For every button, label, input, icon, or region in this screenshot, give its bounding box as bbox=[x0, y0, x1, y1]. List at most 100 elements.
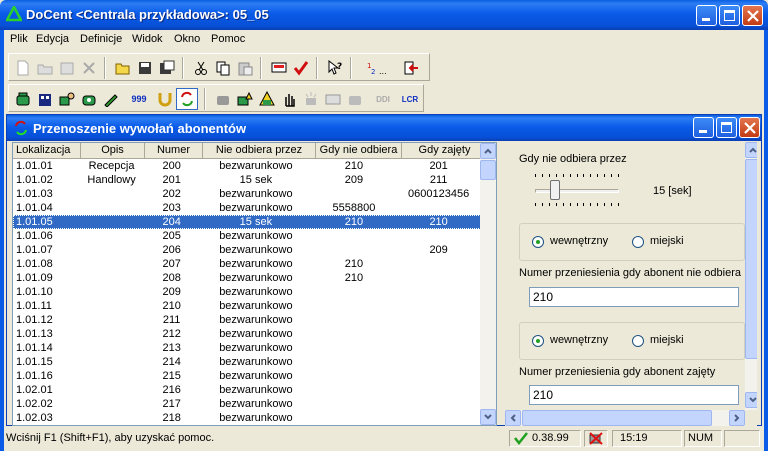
cell-numer: 217 bbox=[162, 398, 181, 410]
radio-external-2[interactable] bbox=[632, 335, 644, 347]
panel-scroll-down-button[interactable] bbox=[745, 392, 757, 408]
panel-horizontal-scrollbar[interactable] bbox=[505, 410, 745, 426]
ddi-button[interactable]: DDI bbox=[370, 88, 396, 110]
cell-gdy-zajety bbox=[396, 355, 481, 369]
table-row[interactable]: 1.01.05 204 15 sek 210 210 bbox=[13, 215, 481, 229]
table-row[interactable]: 1.01.12 211 bezwarunkowo bbox=[13, 313, 481, 327]
check-button[interactable] bbox=[290, 57, 312, 79]
pen-button[interactable] bbox=[100, 88, 122, 110]
table-row[interactable]: 1.02.03 218 bezwarunkowo bbox=[13, 411, 481, 425]
subscriber-list[interactable]: Lokalizacja Opis Numer Nie odbiera przez… bbox=[12, 142, 497, 426]
phone-alert-button[interactable] bbox=[234, 88, 256, 110]
magnet-button[interactable] bbox=[154, 88, 176, 110]
table-row[interactable]: 1.01.15 214 bezwarunkowo bbox=[13, 355, 481, 369]
radio-internal[interactable] bbox=[532, 236, 544, 248]
card-button[interactable] bbox=[322, 88, 344, 110]
table-row[interactable]: 1.01.01 Recepcja 200 bezwarunkowo 210 201 bbox=[13, 159, 481, 173]
menu-pomoc[interactable]: Pomoc bbox=[211, 33, 245, 45]
open-folder-button[interactable] bbox=[112, 57, 134, 79]
child-title-bar[interactable]: Przenoszenie wywołań abonentów bbox=[7, 115, 761, 141]
table-row[interactable]: 1.01.10 209 bezwarunkowo bbox=[13, 285, 481, 299]
maximize-button[interactable] bbox=[719, 5, 740, 26]
table-row[interactable]: 1.01.14 213 bezwarunkowo bbox=[13, 341, 481, 355]
save-as-button[interactable] bbox=[156, 57, 178, 79]
slider-thumb[interactable] bbox=[550, 180, 560, 200]
exit-button[interactable] bbox=[400, 57, 422, 79]
column-header-lokalizacja[interactable]: Lokalizacja bbox=[13, 143, 81, 159]
column-header-gdy-nie-odbiera[interactable]: Gdy nie odbiera bbox=[316, 143, 402, 159]
new-button[interactable] bbox=[12, 57, 34, 79]
open-disabled-button[interactable] bbox=[34, 57, 56, 79]
save-button[interactable] bbox=[134, 57, 156, 79]
no-answer-number-field[interactable]: 210 bbox=[529, 287, 739, 307]
panel-scroll-left-button[interactable] bbox=[505, 410, 521, 426]
table-row[interactable]: 1.01.02 Handlowy 201 15 sek 209 211 bbox=[13, 173, 481, 187]
panel-scroll-right-button[interactable] bbox=[729, 410, 745, 426]
child-minimize-button[interactable] bbox=[693, 117, 714, 138]
scroll-thumb[interactable] bbox=[480, 160, 496, 180]
phone-gray-button[interactable] bbox=[344, 88, 366, 110]
minimize-button[interactable] bbox=[696, 5, 717, 26]
copy-button[interactable] bbox=[212, 57, 234, 79]
child-maximize-button[interactable] bbox=[716, 117, 737, 138]
hand-button[interactable] bbox=[278, 88, 300, 110]
no-answer-slider[interactable] bbox=[535, 174, 619, 210]
busy-number-field[interactable]: 210 bbox=[529, 385, 739, 405]
column-header-nie-odbiera-przez[interactable]: Nie odbiera przez bbox=[203, 143, 316, 159]
building-button[interactable] bbox=[34, 88, 56, 110]
panel-scroll-thumb[interactable] bbox=[745, 159, 757, 359]
menu-plik[interactable]: Plik bbox=[10, 33, 28, 45]
column-header-numer[interactable]: Numer bbox=[145, 143, 203, 159]
close-button[interactable] bbox=[742, 5, 763, 26]
table-row[interactable]: 1.01.09 208 bezwarunkowo 210 bbox=[13, 271, 481, 285]
list-vertical-scrollbar[interactable] bbox=[480, 143, 496, 425]
menu-definicje[interactable]: Definicje bbox=[80, 33, 122, 45]
n999-button[interactable]: 999 bbox=[126, 88, 152, 110]
app-title-bar[interactable]: DoCent <Centrala przykładowa>: 05_05 bbox=[0, 0, 768, 30]
table-row[interactable]: 1.01.03 202 bezwarunkowo 0600123456 bbox=[13, 187, 481, 201]
cell-gdy-zajety: 0600123456 bbox=[408, 188, 470, 200]
table-row[interactable]: 1.01.16 215 bezwarunkowo bbox=[13, 369, 481, 383]
scroll-up-button[interactable] bbox=[480, 143, 496, 159]
table-row[interactable]: 1.01.04 203 bezwarunkowo 5558800 bbox=[13, 201, 481, 215]
sort-button[interactable]: 1 2... bbox=[364, 57, 394, 79]
table-row[interactable]: 1.01.07 206 bezwarunkowo 209 bbox=[13, 243, 481, 257]
status-version-pane: 0.38.99 bbox=[509, 430, 581, 447]
cell-opis bbox=[80, 327, 143, 341]
table-row[interactable]: 1.01.13 212 bezwarunkowo bbox=[13, 327, 481, 341]
table-row[interactable]: 1.01.11 210 bezwarunkowo bbox=[13, 299, 481, 313]
phone-button[interactable] bbox=[12, 88, 34, 110]
transfer-button[interactable] bbox=[176, 88, 198, 110]
alarm-button[interactable] bbox=[300, 88, 322, 110]
radio-external[interactable] bbox=[632, 236, 644, 248]
column-header-opis[interactable]: Opis bbox=[81, 143, 145, 159]
properties-button[interactable] bbox=[56, 57, 78, 79]
context-help-button[interactable]: ? bbox=[324, 57, 346, 79]
cut-button[interactable] bbox=[190, 57, 212, 79]
table-row[interactable]: 1.02.02 217 bezwarunkowo bbox=[13, 397, 481, 411]
disabled-phone-button[interactable] bbox=[212, 88, 234, 110]
monitor-button[interactable] bbox=[268, 57, 290, 79]
cell-lokalizacja: 1.02.02 bbox=[16, 398, 53, 410]
panel-hscroll-thumb[interactable] bbox=[522, 410, 712, 426]
panel-scroll-up-button[interactable] bbox=[745, 142, 757, 158]
paste-button[interactable] bbox=[234, 57, 256, 79]
menu-edycja[interactable]: Edycja bbox=[36, 33, 69, 45]
table-row[interactable]: 1.01.06 205 bezwarunkowo bbox=[13, 229, 481, 243]
radio-internal-2[interactable] bbox=[532, 335, 544, 347]
child-close-button[interactable] bbox=[739, 117, 760, 138]
table-row[interactable]: 1.02.01 216 bezwarunkowo bbox=[13, 383, 481, 397]
lcr-button[interactable]: LCR bbox=[398, 88, 422, 110]
scroll-down-button[interactable] bbox=[480, 409, 496, 425]
phone-user-button[interactable] bbox=[56, 88, 78, 110]
cell-gdy-zajety bbox=[396, 229, 481, 243]
phone-warning-button[interactable] bbox=[256, 88, 278, 110]
menu-widok[interactable]: Widok bbox=[132, 33, 163, 45]
svg-text:?: ? bbox=[337, 62, 342, 72]
table-row[interactable]: 1.01.08 207 bezwarunkowo 210 bbox=[13, 257, 481, 271]
panel-vertical-scrollbar[interactable] bbox=[745, 142, 757, 410]
menu-okno[interactable]: Okno bbox=[174, 33, 200, 45]
delete-button[interactable] bbox=[78, 57, 100, 79]
column-header-gdy-zajety[interactable]: Gdy zajęty bbox=[402, 143, 488, 159]
green-phone-button[interactable] bbox=[78, 88, 100, 110]
